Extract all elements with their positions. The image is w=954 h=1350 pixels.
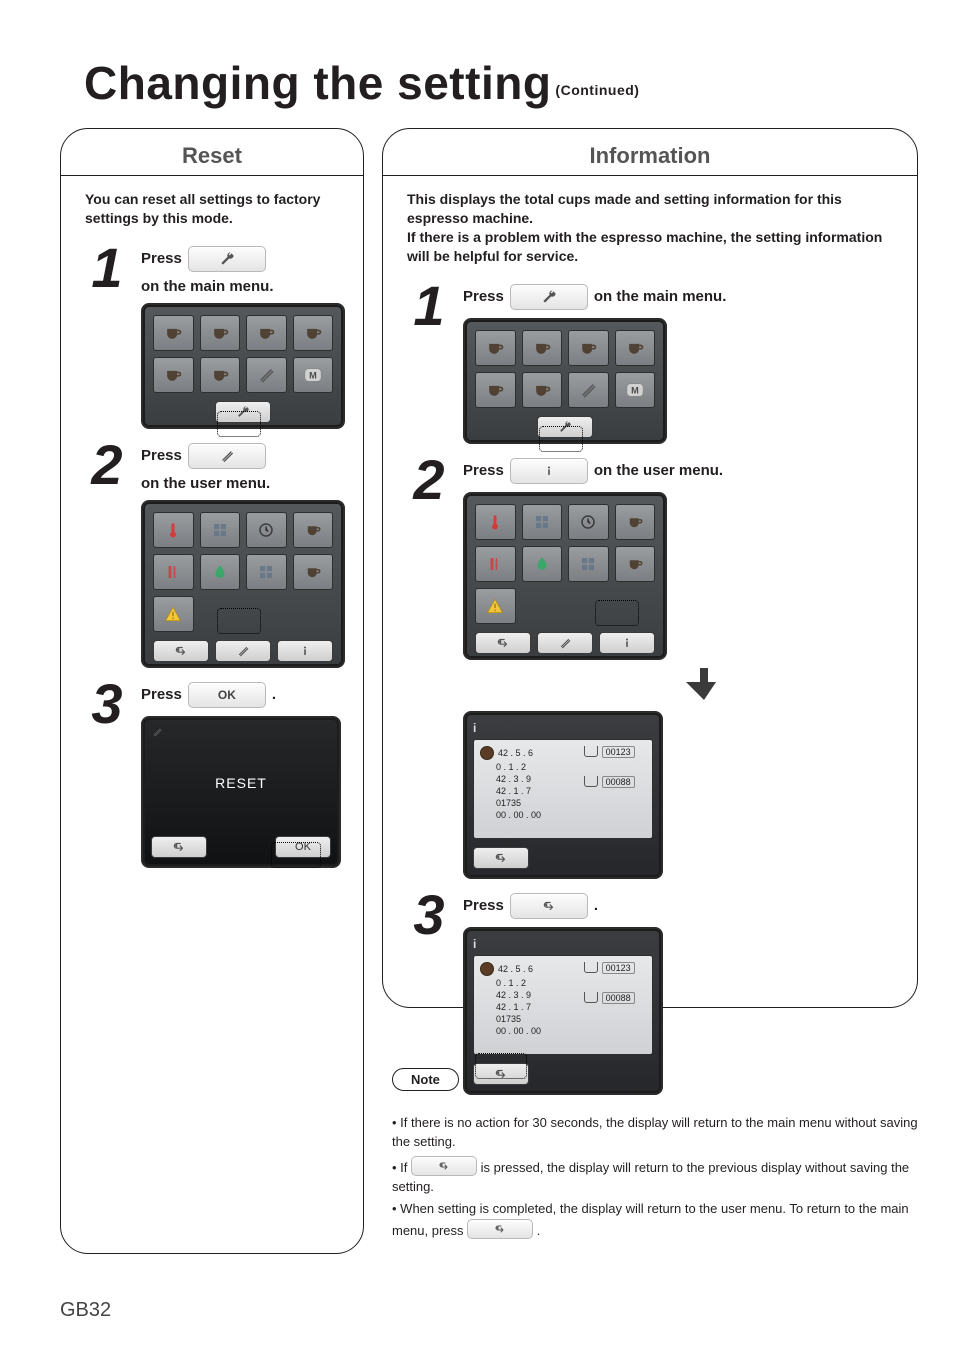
drink-tile[interactable]	[153, 315, 194, 351]
info-fn[interactable]	[277, 640, 333, 662]
panel-info-heading: Information	[401, 143, 899, 169]
panel-reset: Reset You can reset all settings to fact…	[60, 128, 364, 1254]
panel-information: Information This displays the total cups…	[382, 128, 918, 1008]
drink-tile[interactable]	[568, 372, 609, 408]
back-fn[interactable]	[473, 847, 529, 869]
drink-tile[interactable]	[293, 315, 334, 351]
reset-intro: You can reset all settings to factory se…	[85, 190, 339, 228]
option-tile[interactable]	[568, 546, 609, 582]
ok-fn[interactable]: OK	[275, 836, 331, 858]
settings-fn[interactable]	[537, 416, 593, 438]
reset-key[interactable]	[188, 443, 266, 469]
back-key[interactable]	[467, 1219, 533, 1239]
reset-step-3: 3 Press OK . RESET OK	[85, 682, 345, 868]
page-title: Changing the setting(Continued)	[84, 56, 918, 110]
panel-reset-heading: Reset	[79, 143, 345, 169]
option-tile[interactable]	[246, 512, 287, 548]
option-tile[interactable]	[153, 512, 194, 548]
drink-tile[interactable]	[246, 315, 287, 351]
back-fn[interactable]	[475, 632, 531, 654]
note-item: When setting is completed, the display w…	[392, 1200, 918, 1241]
back-fn[interactable]	[473, 1063, 529, 1085]
reset-fn[interactable]	[537, 632, 593, 654]
reset-label: RESET	[151, 738, 331, 828]
reset-step-2: 2 Press on the user menu.	[85, 443, 345, 668]
option-tile[interactable]	[153, 554, 194, 590]
page-number: GB32	[60, 1299, 111, 1322]
option-tile[interactable]	[475, 504, 516, 540]
option-tile[interactable]	[615, 546, 656, 582]
option-tile[interactable]	[200, 512, 241, 548]
drink-tile[interactable]	[522, 330, 563, 366]
info-fn[interactable]	[599, 632, 655, 654]
memory-tile[interactable]	[293, 357, 334, 393]
option-tile[interactable]	[293, 554, 334, 590]
back-key[interactable]	[510, 893, 588, 919]
drink-tile[interactable]	[568, 330, 609, 366]
drink-tile[interactable]	[522, 372, 563, 408]
note-item: If there is no action for 30 seconds, th…	[392, 1114, 918, 1152]
back-key[interactable]	[411, 1156, 477, 1176]
memory-tile[interactable]	[615, 372, 656, 408]
info-intro: This displays the total cups made and se…	[407, 190, 893, 266]
cup-icon	[584, 746, 598, 757]
option-tile[interactable]	[153, 596, 194, 632]
info-key[interactable]	[510, 458, 588, 484]
info-step-3: 3 Press . i 42 . 5 . 6 0 . 1 . 2 42	[407, 893, 899, 1095]
option-tile[interactable]	[475, 588, 516, 624]
cup-icon	[584, 992, 598, 1003]
ok-key[interactable]: OK	[188, 682, 266, 708]
option-tile[interactable]	[293, 512, 334, 548]
note-item: If is pressed, the display will return t…	[392, 1156, 918, 1197]
info-step-1: 1 Press on the main menu.	[407, 284, 899, 444]
reset-step-1: 1 Press on the main menu.	[85, 246, 345, 429]
option-tile[interactable]	[522, 504, 563, 540]
info-result-screen: i 42 . 5 . 6 0 . 1 . 2 42 . 3 . 9 42 . 1…	[463, 711, 663, 879]
drink-tile[interactable]	[615, 330, 656, 366]
info-result-screen-2: i 42 . 5 . 6 0 . 1 . 2 42 . 3 . 9 42 . 1…	[463, 927, 663, 1095]
drink-tile[interactable]	[475, 372, 516, 408]
info-readout: 42 . 5 . 6 0 . 1 . 2 42 . 3 . 9 42 . 1 .…	[473, 955, 653, 1055]
bean-icon	[480, 962, 494, 976]
option-tile[interactable]	[522, 546, 563, 582]
drink-tile[interactable]	[200, 357, 241, 393]
drink-tile[interactable]	[153, 357, 194, 393]
bean-icon	[480, 746, 494, 760]
cup-icon	[584, 776, 598, 787]
arrow-down-icon	[509, 668, 899, 705]
wrench-key[interactable]	[510, 284, 588, 310]
option-tile[interactable]	[475, 546, 516, 582]
user-menu-screen	[141, 500, 345, 668]
cup-icon	[584, 962, 598, 973]
main-menu-screen	[141, 303, 345, 429]
reset-confirm-screen: RESET OK	[141, 716, 341, 868]
back-fn[interactable]	[153, 640, 209, 662]
option-tile[interactable]	[200, 554, 241, 590]
drink-tile[interactable]	[246, 357, 287, 393]
settings-fn[interactable]	[215, 401, 271, 423]
option-tile[interactable]	[246, 554, 287, 590]
info-readout: 42 . 5 . 6 0 . 1 . 2 42 . 3 . 9 42 . 1 .…	[473, 739, 653, 839]
main-menu-screen	[463, 318, 667, 444]
reset-fn[interactable]	[215, 640, 271, 662]
option-tile[interactable]	[568, 504, 609, 540]
option-tile[interactable]	[615, 504, 656, 540]
back-fn[interactable]	[151, 836, 207, 858]
user-menu-screen	[463, 492, 667, 660]
info-step-2: 2 Press on the user menu.	[407, 458, 899, 879]
drink-tile[interactable]	[475, 330, 516, 366]
drink-tile[interactable]	[200, 315, 241, 351]
wrench-key[interactable]	[188, 246, 266, 272]
